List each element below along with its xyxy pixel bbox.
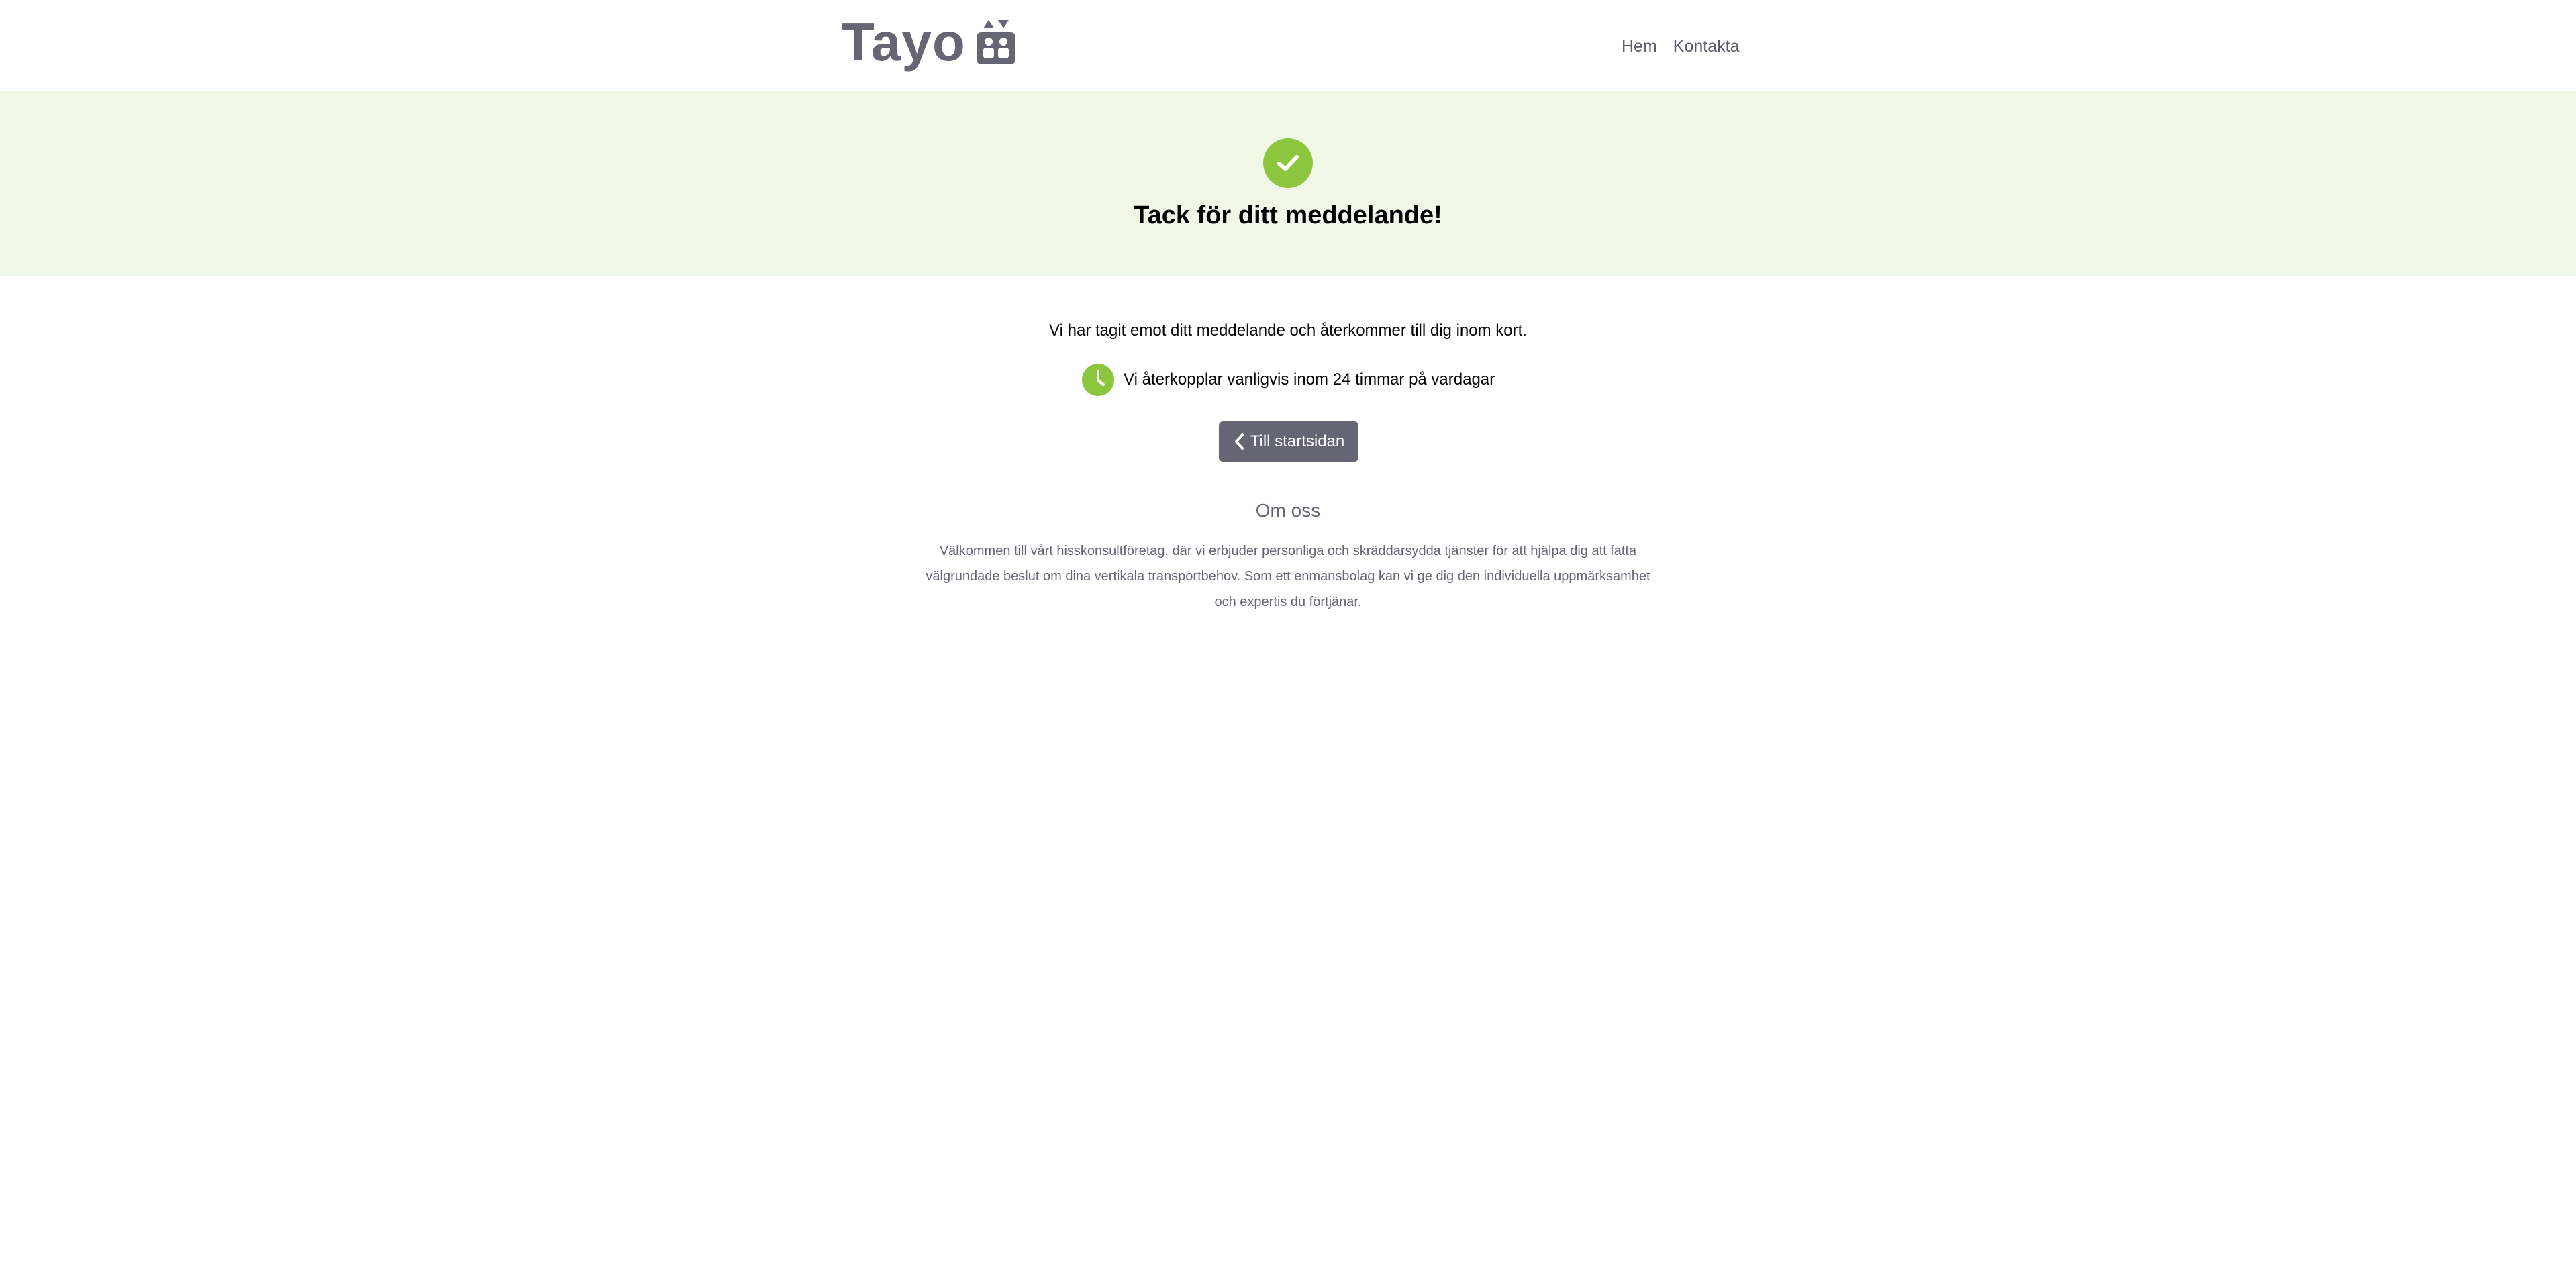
about-heading: Om oss: [1255, 500, 1321, 521]
site-header: Tayo Hem Kontakta: [0, 0, 2576, 91]
logo-link[interactable]: Tayo: [842, 12, 1017, 72]
check-circle-icon: [1263, 138, 1313, 188]
response-time-notice: Vi återkopplar vanligvis inom 24 timmar …: [1082, 364, 1495, 396]
chevron-left-icon: [1234, 433, 1244, 450]
about-text: Välkommen till vårt hisskonsultföretag, …: [926, 544, 1650, 609]
nav-item-hem[interactable]: Hem: [1622, 35, 1657, 58]
page-title: Tack för ditt meddelande!: [1134, 201, 1442, 229]
clock-icon: [1082, 364, 1114, 396]
back-to-home-button[interactable]: Till startsidan: [1219, 421, 1358, 462]
checkmark-icon: [1277, 155, 1299, 171]
nav-item-kontakta[interactable]: Kontakta: [1673, 35, 1740, 58]
logo-text: Tayo: [842, 12, 966, 72]
confirmation-message: Vi har tagit emot ditt meddelande och åt…: [1049, 321, 1527, 340]
elevator-icon: [976, 20, 1015, 64]
notice-text: Vi återkopplar vanligvis inom 24 timmar …: [1124, 370, 1495, 389]
success-banner: Tack för ditt meddelande!: [0, 91, 2576, 276]
back-button-label: Till startsidan: [1250, 432, 1345, 450]
main-nav: Hem Kontakta: [1622, 35, 1739, 58]
